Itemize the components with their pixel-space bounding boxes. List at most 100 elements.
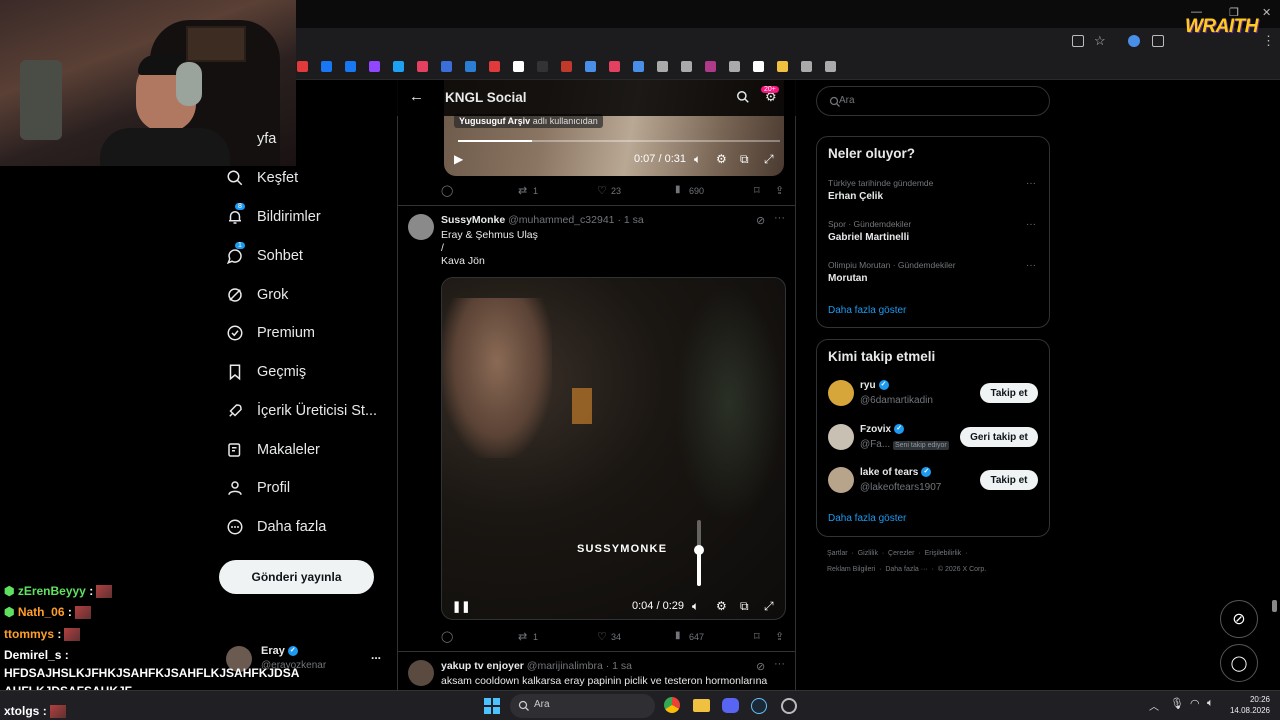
bookmark-favicon-icon[interactable] <box>345 61 356 72</box>
bookmark-favicon-icon[interactable] <box>753 61 764 72</box>
volume-icon[interactable]: 🔈︎ <box>692 599 699 614</box>
more-horizontal-icon[interactable]: ... <box>371 648 381 662</box>
tweet-author-name[interactable]: yakup tv enjoyer <box>441 660 524 672</box>
follow-button[interactable]: Takip et <box>980 383 1038 403</box>
chrome-icon[interactable] <box>664 697 680 713</box>
tweet-author-handle[interactable]: @muhammed_c32941 <box>508 214 614 226</box>
follow-button[interactable]: Takip et <box>980 470 1038 490</box>
views-icon[interactable]: ▮ <box>675 630 681 641</box>
bookmark-favicon-icon[interactable] <box>825 61 836 72</box>
nav-item-grok[interactable]: Grok <box>226 280 288 310</box>
file-explorer-icon[interactable] <box>693 699 710 712</box>
search-input[interactable]: Ara <box>816 86 1050 116</box>
bookmark-favicon-icon[interactable] <box>489 61 500 72</box>
volume-knob[interactable] <box>694 544 704 555</box>
app-icon[interactable] <box>781 698 797 714</box>
bookmark-favicon-icon[interactable] <box>297 61 308 72</box>
bookmark-favicon-icon[interactable] <box>417 61 428 72</box>
microphone-icon[interactable]: 🎙︎ <box>1170 697 1184 710</box>
install-icon[interactable] <box>1072 35 1084 47</box>
bookmark-favicon-icon[interactable] <box>729 61 740 72</box>
bookmark-favicon-icon[interactable] <box>681 61 692 72</box>
bookmark-favicon-icon[interactable] <box>369 61 380 72</box>
grok-floating-button[interactable]: ⊘ <box>1220 600 1258 638</box>
close-icon[interactable]: ✕ <box>1262 6 1271 19</box>
more-horizontal-icon[interactable]: ··· <box>774 212 785 224</box>
more-horizontal-icon[interactable]: ··· <box>1026 260 1036 271</box>
show-more-link[interactable]: Daha fazla göster <box>828 513 906 524</box>
retweet-icon[interactable]: ⇄ <box>518 184 527 197</box>
follow-suggestion[interactable]: Fzovix ✓ @Fa... Seni takip ediyor Geri ta… <box>817 422 1049 456</box>
bookmark-favicon-icon[interactable] <box>513 61 524 72</box>
tweet-time[interactable]: · 1 sa <box>606 660 632 672</box>
fullscreen-icon[interactable]: ⤢ <box>764 599 774 614</box>
nav-item-notifications[interactable]: 8 Bildirimler <box>226 202 321 232</box>
clock[interactable]: 20:26 14.08.2026 <box>1228 694 1270 716</box>
pip-icon[interactable]: ⧉ <box>740 599 749 614</box>
share-icon[interactable]: ⇪ <box>775 184 784 197</box>
share-icon[interactable]: ⇪ <box>775 630 784 643</box>
bookmark-favicon-icon[interactable] <box>537 61 548 72</box>
messages-floating-button[interactable]: ◯ <box>1220 644 1258 682</box>
more-horizontal-icon[interactable]: ··· <box>1026 178 1036 189</box>
bookmark-star-icon[interactable]: ☆ <box>1094 33 1106 49</box>
tweet-video[interactable]: SUSSYMONKE ❚❚ 0:04 / 0:29 🔈︎ ⚙︎ ⧉ ⤢ <box>441 277 786 620</box>
bookmark-favicon-icon[interactable] <box>777 61 788 72</box>
follow-suggestion[interactable]: ryu ✓ @6damartikadin Takip et <box>817 378 1049 412</box>
tweet-author-handle[interactable]: @marijinalimbra <box>527 660 603 672</box>
like-icon[interactable]: ♡ <box>597 184 607 197</box>
bookmark-favicon-icon[interactable] <box>465 61 476 72</box>
bookmark-favicon-icon[interactable] <box>633 61 644 72</box>
avatar[interactable] <box>408 660 434 686</box>
more-horizontal-icon[interactable]: ··· <box>1026 219 1036 230</box>
more-horizontal-icon[interactable]: ··· <box>774 658 785 670</box>
bookmark-action-icon[interactable]: ⌑ <box>754 184 760 197</box>
bookmark-favicon-icon[interactable] <box>393 61 404 72</box>
footer-links[interactable]: Şartlar · Gizlilik · Çerezler · Erişileb… <box>827 550 967 557</box>
bookmark-favicon-icon[interactable] <box>801 61 812 72</box>
grok-icon[interactable]: ⊘ <box>756 214 765 227</box>
video-progress-track[interactable] <box>458 140 780 142</box>
follow-suggestion[interactable]: lake of tears ✓ @lakeoftears1907 Takip et <box>817 465 1049 499</box>
back-arrow-icon[interactable]: ← <box>409 88 424 105</box>
footer-links[interactable]: Reklam Bilgileri · Daha fazla ··· · © 20… <box>827 566 986 573</box>
bookmark-action-icon[interactable]: ⌑ <box>754 630 760 643</box>
search-icon[interactable] <box>736 90 750 104</box>
grok-icon[interactable]: ⊘ <box>756 660 765 673</box>
nav-item-home[interactable]: yfa <box>226 124 276 154</box>
volume-icon[interactable]: 🔈︎ <box>694 152 701 167</box>
wifi-icon[interactable]: ◠ <box>1190 697 1200 710</box>
trend-item[interactable]: Türkiye tarihinde gündemde Erhan Çelik ·… <box>828 178 1040 202</box>
settings-gear-icon[interactable]: ⚙︎ <box>716 152 727 166</box>
nav-item-articles[interactable]: Makaleler <box>226 435 320 465</box>
tray-chevron-icon[interactable]: ︿ <box>1149 698 1159 713</box>
tweet-time[interactable]: · 1 sa <box>617 214 643 226</box>
nav-item-creator-studio[interactable]: İçerik Üreticisi St... <box>226 396 377 426</box>
volume-slider[interactable] <box>694 520 704 586</box>
extensions-puzzle-icon[interactable] <box>1152 35 1164 47</box>
scrollbar-thumb[interactable] <box>1272 600 1277 612</box>
retweet-icon[interactable]: ⇄ <box>518 630 527 643</box>
tweet-author-name[interactable]: SussyMonke <box>441 214 505 226</box>
settings-gear-icon[interactable]: ⚙︎ <box>716 599 727 613</box>
bookmark-favicon-icon[interactable] <box>609 61 620 72</box>
play-icon[interactable]: ▶ <box>454 152 463 166</box>
taskbar-search[interactable]: Ara <box>510 694 655 718</box>
follow-back-button[interactable]: Geri takip et <box>960 427 1038 447</box>
post-button[interactable]: Gönderi yayınla <box>219 560 374 594</box>
nav-item-more[interactable]: Daha fazla <box>226 512 326 542</box>
video-attribution[interactable]: Yugusuguf Arşiv adlı kullanıcıdan <box>454 114 603 128</box>
like-icon[interactable]: ♡ <box>597 630 607 643</box>
nav-item-premium[interactable]: Premium <box>226 318 315 348</box>
bookmark-favicon-icon[interactable] <box>585 61 596 72</box>
bookmark-favicon-icon[interactable] <box>321 61 332 72</box>
steam-icon[interactable] <box>751 698 767 714</box>
nav-item-profile[interactable]: Profil <box>226 473 290 503</box>
reply-icon[interactable]: ◯ <box>441 630 453 643</box>
bookmark-favicon-icon[interactable] <box>561 61 572 72</box>
windows-start-icon[interactable] <box>484 698 500 714</box>
views-icon[interactable]: ▮ <box>675 184 681 195</box>
pip-icon[interactable]: ⧉ <box>740 152 749 167</box>
extension-icon[interactable] <box>1128 35 1140 47</box>
avatar[interactable] <box>408 214 434 240</box>
